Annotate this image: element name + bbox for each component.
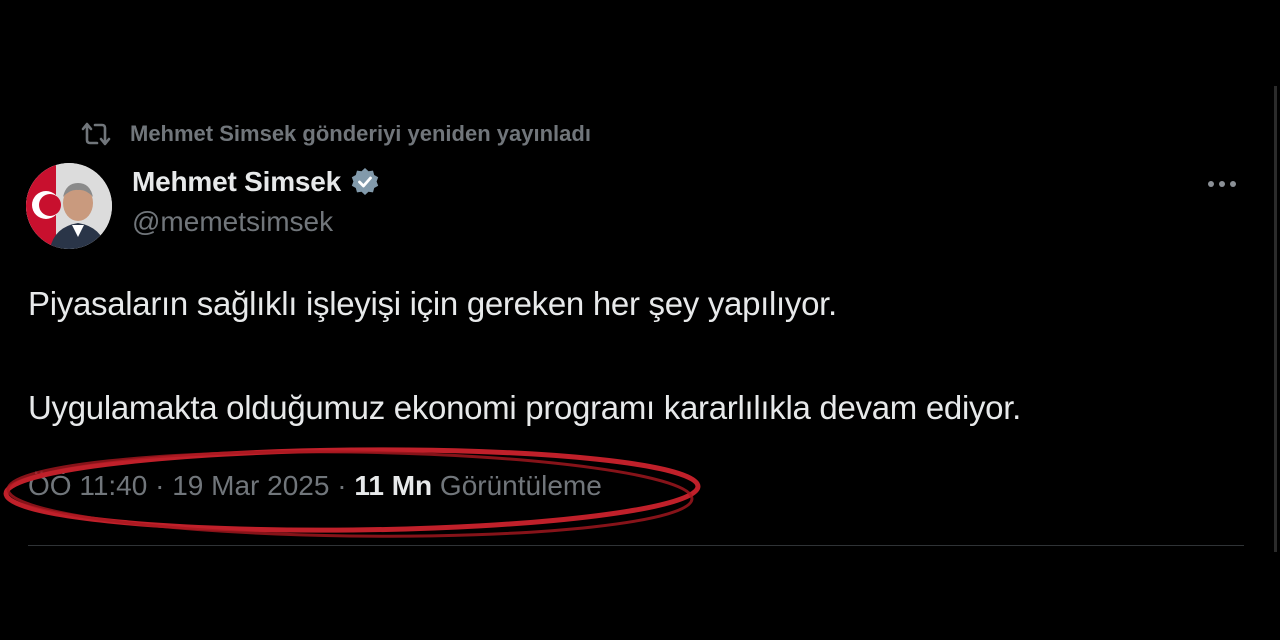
more-options-icon[interactable]: [1200, 170, 1244, 198]
meta-separator: ·: [147, 470, 173, 501]
retweet-indicator[interactable]: Mehmet Simsek gönderiyi yeniden yayınlad…: [80, 120, 591, 148]
tweet-date[interactable]: 19 Mar 2025: [172, 470, 329, 501]
avatar[interactable]: [26, 163, 112, 249]
tweet-paragraph: Uygulamakta olduğumuz ekonomi programı k…: [28, 389, 1021, 426]
tweet-metadata: ÖÖ 11:40 · 19 Mar 2025 · 11 Mn Görüntüle…: [28, 470, 602, 502]
author-header: Mehmet Simsek @memetsimsek: [132, 166, 381, 238]
divider: [28, 545, 1244, 546]
author-handle[interactable]: @memetsimsek: [132, 206, 381, 238]
right-frame-edge: [1274, 86, 1277, 552]
more-dot: [1230, 181, 1236, 187]
retweet-icon: [81, 122, 111, 146]
views-label: Görüntüleme: [439, 470, 602, 501]
tweet-text: Piyasaların sağlıklı işleyişi için gerek…: [28, 282, 1228, 430]
views-count[interactable]: 11 Mn: [354, 470, 432, 501]
author-display-name[interactable]: Mehmet Simsek: [132, 166, 341, 198]
tweet-time[interactable]: ÖÖ 11:40: [28, 470, 147, 501]
retweet-label: Mehmet Simsek gönderiyi yeniden yayınlad…: [130, 121, 591, 146]
tweet-paragraph: Piyasaların sağlıklı işleyişi için gerek…: [28, 285, 837, 322]
more-dot: [1208, 181, 1214, 187]
profile-photo-icon: [26, 163, 112, 249]
more-dot: [1219, 181, 1225, 187]
meta-separator: ·: [329, 470, 355, 501]
verified-badge-icon: [351, 168, 379, 195]
